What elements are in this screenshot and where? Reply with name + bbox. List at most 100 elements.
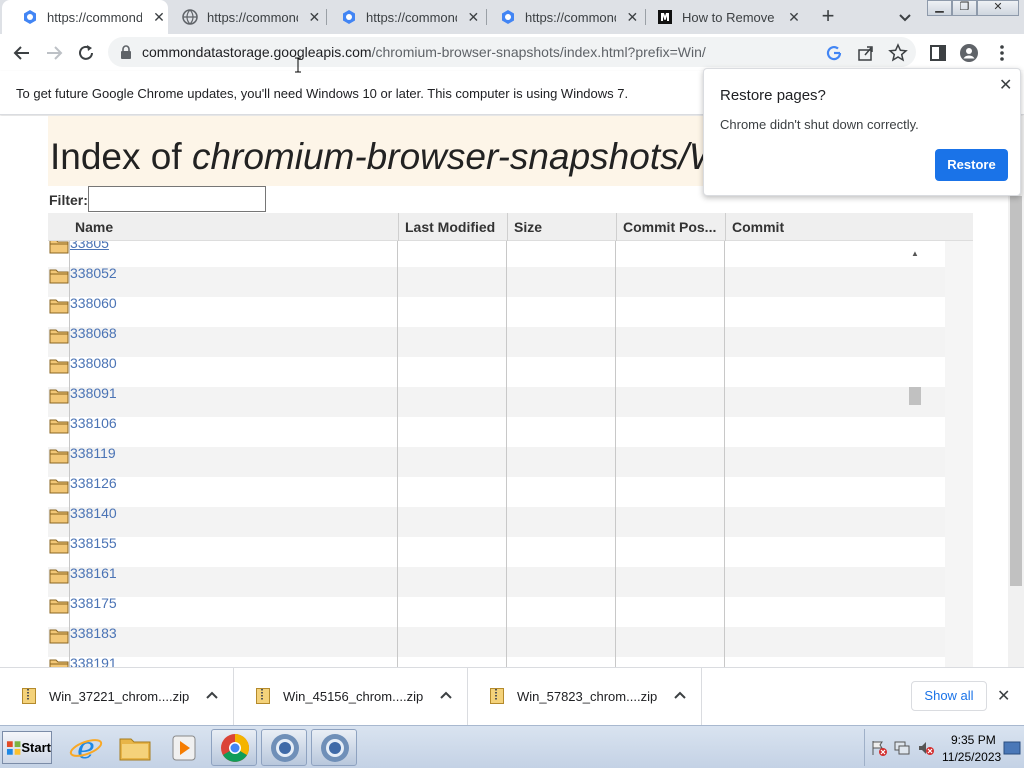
table-row: 338060 [48, 295, 945, 327]
folder-icon [49, 329, 69, 344]
zip-file-icon [22, 688, 36, 704]
column-divider [724, 241, 725, 667]
profile-avatar-icon[interactable] [959, 43, 979, 63]
table-row: 338183 [48, 625, 945, 657]
volume-muted-icon[interactable] [917, 740, 935, 756]
folder-link[interactable]: 338140 [70, 505, 117, 521]
close-icon[interactable]: ✕ [997, 686, 1010, 706]
taskbar-internet-explorer[interactable]: e [63, 729, 109, 766]
zip-file-icon [256, 688, 270, 704]
minimize-button[interactable]: ▁ [927, 0, 952, 16]
close-icon[interactable]: ✕ [307, 9, 322, 25]
column-header-name[interactable]: Name [69, 213, 398, 241]
column-divider [615, 241, 616, 667]
filter-input[interactable] [88, 186, 266, 212]
share-icon[interactable] [856, 43, 876, 63]
chevron-up-icon[interactable] [673, 688, 687, 702]
column-header-last-modified[interactable]: Last Modified [398, 213, 507, 241]
table-row: 338140 [48, 505, 945, 537]
grid-scrollbar-thumb[interactable] [909, 387, 921, 405]
download-item[interactable]: Win_57823_chrom....zip [468, 668, 702, 726]
chevron-up-icon[interactable] [205, 688, 219, 702]
show-all-button[interactable]: Show all [911, 681, 987, 711]
taskbar-media-player[interactable] [161, 729, 207, 766]
restore-button[interactable]: Restore [935, 149, 1008, 181]
folder-icon [49, 269, 69, 284]
maximize-button[interactable]: ❐ [952, 0, 977, 16]
download-item[interactable]: Win_45156_chrom....zip [234, 668, 468, 726]
clock-time[interactable]: 9:35 PM [951, 733, 996, 747]
grid-scrollbar[interactable] [945, 241, 973, 667]
title-path: chromium-browser-snapshots/W [191, 136, 724, 177]
close-icon[interactable]: ✕ [466, 9, 481, 25]
column-header-commit-position[interactable]: Commit Pos... [616, 213, 725, 241]
folder-icon [49, 659, 69, 667]
side-panel-icon[interactable] [928, 43, 948, 63]
folder-icon [119, 738, 151, 761]
show-desktop-icon[interactable] [1003, 740, 1021, 756]
folder-link[interactable]: 338155 [70, 535, 117, 551]
tab-1[interactable]: https://commond ✕ [2, 0, 168, 34]
folder-link[interactable]: 338052 [70, 265, 117, 281]
table-row: 338161 [48, 565, 945, 597]
column-header-size[interactable]: Size [507, 213, 616, 241]
folder-icon [49, 599, 69, 614]
folder-link[interactable]: 338161 [70, 565, 117, 581]
close-icon[interactable]: ✕ [999, 75, 1012, 95]
folder-link[interactable]: 338068 [70, 325, 117, 341]
back-arrow-icon[interactable] [12, 43, 32, 63]
tab-5[interactable]: How to Remove C ✕ [637, 0, 807, 34]
folder-link[interactable]: 338183 [70, 625, 117, 641]
download-item[interactable]: Win_37221_chrom....zip [0, 668, 234, 726]
menu-dots-icon[interactable] [992, 43, 1012, 63]
tab-title: https://commond [366, 9, 457, 25]
taskbar-chrome[interactable] [211, 729, 257, 766]
folder-link[interactable]: 338106 [70, 415, 117, 431]
folder-link[interactable]: 338175 [70, 595, 117, 611]
folder-link[interactable]: 338119 [70, 445, 116, 461]
lock-icon[interactable] [120, 45, 132, 59]
tab-title: https://commond [47, 9, 142, 25]
address-bar[interactable]: commondatastorage.googleapis.com/chromiu… [108, 37, 916, 67]
media-player-icon [172, 735, 196, 761]
google-icon[interactable] [824, 43, 844, 63]
tab-4[interactable]: https://commond ✕ [480, 0, 640, 34]
start-button[interactable]: Start [2, 731, 52, 764]
table-row: 338126 [48, 475, 945, 507]
chevron-up-icon[interactable] [439, 688, 453, 702]
taskbar-chromium[interactable] [261, 729, 307, 766]
folder-link[interactable]: 338126 [70, 475, 117, 491]
folder-icon [49, 241, 69, 254]
folder-link[interactable]: 338080 [70, 355, 117, 371]
folder-icon [49, 419, 69, 434]
tab-strip: https://commond ✕ https://commond ✕ http… [0, 0, 1024, 34]
tab-3[interactable]: https://commond ✕ [321, 0, 481, 34]
column-divider [506, 241, 507, 667]
close-icon[interactable]: ✕ [786, 9, 802, 25]
bookmark-star-icon[interactable] [888, 43, 908, 63]
malwarebytes-logo-icon [658, 10, 672, 24]
tab-2[interactable]: https://commond ✕ [162, 0, 322, 34]
window-close-button[interactable]: ✕ [977, 0, 1019, 16]
reload-icon[interactable] [76, 43, 96, 63]
action-center-flag-icon[interactable] [870, 740, 888, 756]
taskbar-chromium-2[interactable] [311, 729, 357, 766]
clock-date[interactable]: 11/25/2023 [942, 750, 1001, 764]
folder-icon [49, 539, 69, 554]
table-row: 338119 [48, 445, 945, 477]
network-icon[interactable] [893, 740, 911, 756]
page-scrollbar-thumb[interactable] [1010, 196, 1022, 586]
folder-link[interactable]: 33805 [70, 241, 109, 251]
zip-file-icon [490, 688, 504, 704]
taskbar-file-explorer[interactable] [112, 729, 158, 766]
browser-toolbar: commondatastorage.googleapis.com/chromiu… [0, 34, 1024, 71]
folder-link[interactable]: 338060 [70, 295, 117, 311]
chevron-down-icon[interactable] [896, 8, 914, 26]
chrome-icon [221, 734, 249, 762]
forward-arrow-icon[interactable] [44, 43, 64, 63]
grid-scroll-up-arrow[interactable]: ▲ [911, 249, 919, 258]
folder-link[interactable]: 338091 [70, 385, 117, 401]
folder-link[interactable]: 338191 [70, 655, 117, 667]
column-header-commit[interactable]: Commit [725, 213, 945, 241]
new-tab-button[interactable]: + [817, 5, 839, 27]
